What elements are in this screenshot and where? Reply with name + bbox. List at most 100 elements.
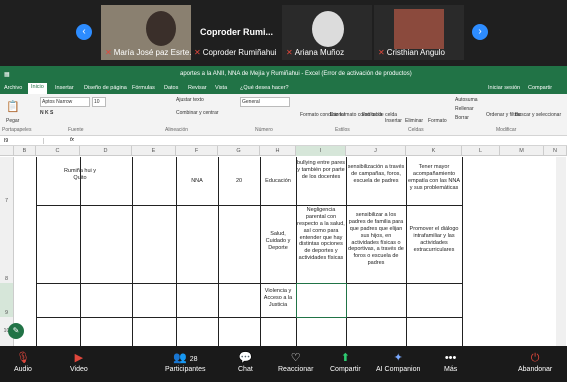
grid-line	[462, 157, 463, 346]
bold-button[interactable]: N K S	[40, 110, 53, 116]
column-headers: B C D E F G H I J K L M N	[0, 146, 567, 156]
more-button[interactable]: ••• Más	[444, 350, 457, 373]
column-header[interactable]: K	[406, 146, 462, 156]
leave-icon: ⏻	[530, 352, 540, 364]
chat-icon: 💬	[238, 352, 253, 364]
cell-k7[interactable]: Tener mayor acompañamiento empatía con l…	[407, 164, 461, 192]
tab-diseno[interactable]: Diseño de página	[84, 85, 127, 91]
tab-insertar[interactable]: Insertar	[55, 85, 74, 91]
chat-button[interactable]: 💬 Chat	[238, 350, 253, 373]
cell-c7[interactable]: Rumiña hui y Quito	[60, 168, 100, 182]
react-button[interactable]: ♡ Reaccionar	[278, 350, 313, 373]
selected-cell[interactable]	[296, 283, 347, 318]
column-header[interactable]: J	[346, 146, 406, 156]
share-button[interactable]: Compartir	[528, 85, 552, 91]
find-select-button[interactable]: Buscar y seleccionar	[515, 112, 561, 118]
tab-vista[interactable]: Vista	[215, 85, 227, 91]
group-label: Portapapeles	[2, 127, 32, 133]
grid-line	[36, 205, 462, 206]
cell-i7[interactable]: bullying entre pares y también por parte…	[297, 160, 345, 181]
tab-archivo[interactable]: Archivo	[4, 85, 22, 91]
pencil-icon[interactable]: ✎	[8, 323, 24, 339]
participant-tile[interactable]: ✕ Cristhian Angulo	[374, 5, 464, 60]
audio-button[interactable]: 🎙 Audio	[14, 350, 32, 373]
search-box[interactable]: ¿Qué desea hacer?	[240, 85, 289, 91]
leave-button[interactable]: ⏻ Abandonar	[518, 350, 552, 373]
leave-label: Abandonar	[518, 366, 553, 373]
ai-companion-button[interactable]: ✦ AI Companion	[376, 350, 420, 373]
participant-name: ✕ María José paz Esrte...	[105, 48, 191, 57]
name-box[interactable]: I9	[4, 138, 44, 144]
more-icon: •••	[444, 352, 457, 364]
cell-h9[interactable]: Violencia y Acceso a la Justicia	[260, 288, 296, 309]
row-header[interactable]: 8	[0, 205, 14, 283]
select-all-corner[interactable]	[0, 146, 14, 156]
paste-label[interactable]: Pegar	[6, 118, 19, 124]
chat-label: Chat	[238, 366, 253, 373]
autosum-button[interactable]: Autosuma	[455, 97, 478, 103]
next-page-button[interactable]: ›	[472, 24, 488, 40]
participant-photo	[312, 11, 344, 47]
fill-button[interactable]: Rellenar	[455, 106, 474, 112]
column-header[interactable]: I	[296, 146, 346, 156]
share-screen-button[interactable]: ⬆ Compartir	[330, 350, 361, 373]
cell-h7[interactable]: Educación	[260, 178, 296, 185]
cell-k8[interactable]: Promover el diálogo intrafamiliar y las …	[407, 226, 461, 254]
vertical-scrollbar[interactable]	[556, 157, 566, 346]
video-label: Video	[70, 366, 88, 373]
font-size-select[interactable]: 10	[92, 97, 106, 107]
sparkle-icon: ✦	[393, 352, 403, 364]
participant-tile[interactable]: ✕ María José paz Esrte...	[101, 5, 191, 60]
column-header[interactable]: G	[218, 146, 260, 156]
row-header[interactable]: 7	[0, 157, 14, 205]
column-header[interactable]: C	[36, 146, 80, 156]
merge-button[interactable]: Combinar y centrar	[176, 110, 219, 116]
number-format-select[interactable]: General	[240, 97, 290, 107]
column-header[interactable]: F	[176, 146, 218, 156]
participant-photo	[394, 9, 444, 49]
column-header[interactable]: E	[132, 146, 176, 156]
tab-inicio[interactable]: Inicio	[28, 83, 47, 94]
group-label: Fuente	[68, 127, 84, 133]
row-header[interactable]: 9	[0, 283, 14, 317]
mic-muted-icon: 🎙	[15, 352, 30, 364]
clear-button[interactable]: Borrar	[455, 115, 469, 121]
ribbon: 📋 Pegar Aptos Narrow 10 N K S Ajustar te…	[0, 94, 567, 136]
grid-line	[36, 317, 462, 318]
participants-count: 28	[189, 356, 198, 363]
participant-name: ✕ Ariana Muñoz	[286, 48, 345, 57]
paste-icon[interactable]: 📋	[6, 100, 20, 113]
column-header[interactable]: D	[80, 146, 132, 156]
tab-formulas[interactable]: Fórmulas	[132, 85, 155, 91]
tab-datos[interactable]: Datos	[164, 85, 178, 91]
cell-h8[interactable]: Salud, Cuidado y Deporte	[260, 231, 296, 252]
font-select[interactable]: Aptos Narrow	[40, 97, 90, 107]
wrap-text-button[interactable]: Ajustar texto	[176, 97, 204, 103]
insert-cells-button[interactable]: Insertar	[385, 118, 402, 124]
group-label: Número	[255, 127, 273, 133]
participant-name: ✕ Cristhian Angulo	[378, 48, 445, 57]
cell-f7[interactable]: NNA	[176, 178, 218, 185]
heart-icon: ♡	[290, 352, 301, 364]
column-header[interactable]: N	[544, 146, 567, 156]
participants-button[interactable]: 👥 28 Participantes	[165, 350, 205, 373]
column-header[interactable]: B	[14, 146, 36, 156]
format-cells-button[interactable]: Formato	[428, 118, 447, 124]
participant-tile[interactable]: ✕ Ariana Muñoz	[282, 5, 372, 60]
column-header[interactable]: H	[260, 146, 296, 156]
video-button[interactable]: ▶ Video	[70, 350, 88, 373]
column-header[interactable]: M	[500, 146, 544, 156]
column-header[interactable]: L	[462, 146, 500, 156]
delete-cells-button[interactable]: Eliminar	[405, 118, 423, 124]
participant-tile[interactable]: ✕ Coproder Rumiñahui	[190, 5, 280, 60]
cell-i8[interactable]: Negligencia parental con respecto a la s…	[297, 207, 345, 262]
fx-icon: fx	[70, 137, 74, 143]
cell-g7[interactable]: 20	[218, 178, 260, 185]
sign-in-link[interactable]: Iniciar sesión	[488, 85, 520, 91]
share-label: Compartir	[330, 366, 361, 373]
cell-j7[interactable]: sensibilización a través de campañas, fo…	[347, 164, 405, 185]
group-label: Celdas	[408, 127, 424, 133]
tab-revisar[interactable]: Revisar	[188, 85, 207, 91]
cell-j8[interactable]: sensibilizar a los padres de familia par…	[347, 212, 405, 267]
prev-page-button[interactable]: ‹	[76, 24, 92, 40]
